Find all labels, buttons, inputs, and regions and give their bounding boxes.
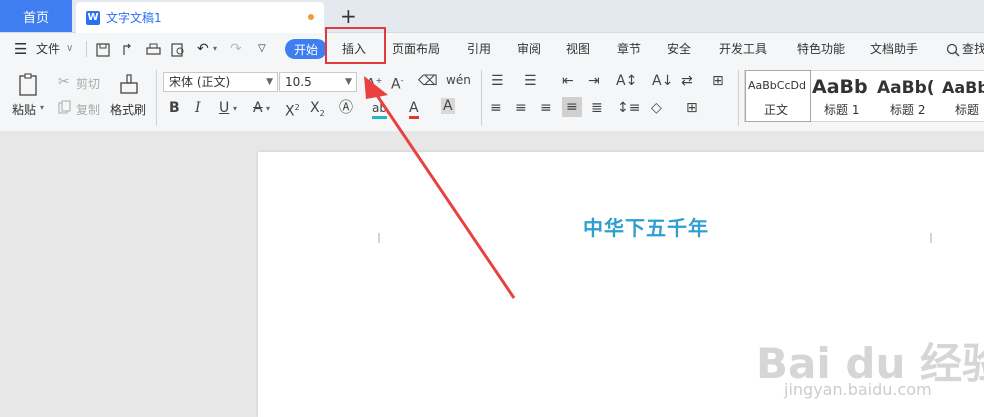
annotation-arrow <box>364 76 516 299</box>
